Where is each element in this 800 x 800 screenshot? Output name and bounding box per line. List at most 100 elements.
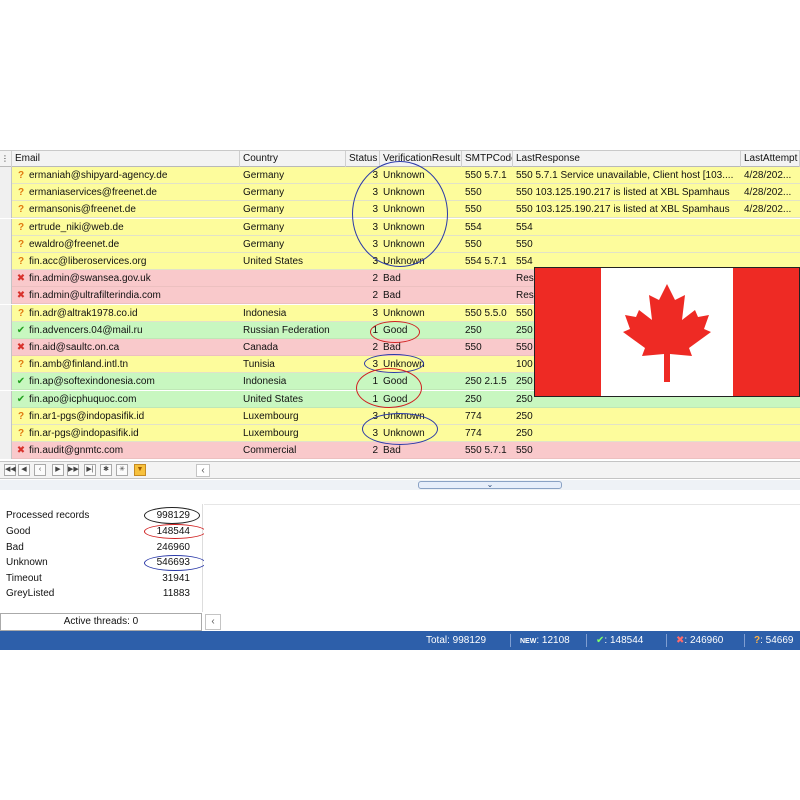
result-cell[interactable]: Bad xyxy=(380,270,462,287)
table-row[interactable]: ✖ fin.audit@gnmtc.com Commercial 2 Bad 550 5.… xyxy=(0,442,800,460)
smtp-cell[interactable]: 550 5.5.0 xyxy=(462,305,513,322)
row-indicator[interactable] xyxy=(0,167,12,184)
row-indicator[interactable] xyxy=(0,201,12,219)
smtp-cell[interactable] xyxy=(462,270,513,287)
response-cell[interactable]: 550 xyxy=(513,442,741,459)
smtp-cell[interactable]: 550 5.7.1 xyxy=(462,442,513,459)
attempt-cell[interactable] xyxy=(741,236,800,253)
smtp-cell[interactable]: 554 5.7.1 xyxy=(462,253,513,270)
column-status[interactable]: Status xyxy=(346,151,380,167)
next-page-button[interactable]: ▶▶ xyxy=(67,464,79,476)
status-cell[interactable]: 3 xyxy=(346,184,380,201)
smtp-cell[interactable] xyxy=(462,356,513,373)
smtp-cell[interactable]: 550 xyxy=(462,184,513,201)
result-cell[interactable]: Good xyxy=(380,391,462,408)
smtp-cell[interactable]: 550 xyxy=(462,236,513,253)
country-cell[interactable]: Indonesia xyxy=(240,373,346,390)
attempt-cell[interactable] xyxy=(741,219,800,236)
row-indicator[interactable] xyxy=(0,270,12,288)
last-record-button[interactable]: ▶| xyxy=(84,464,96,476)
email-cell[interactable]: ? fin.adr@altrak1978.co.id xyxy=(12,305,240,322)
result-cell[interactable]: Bad xyxy=(380,442,462,459)
smtp-cell[interactable]: 550 xyxy=(462,339,513,356)
response-cell[interactable]: 250 xyxy=(513,425,741,442)
row-indicator[interactable] xyxy=(0,373,12,391)
status-cell[interactable]: 3 xyxy=(346,167,380,184)
country-cell[interactable]: Commercial xyxy=(240,442,346,459)
country-cell[interactable]: Indonesia xyxy=(240,305,346,322)
row-indicator[interactable] xyxy=(0,253,12,270)
country-cell[interactable]: Germany xyxy=(240,201,346,218)
email-cell[interactable]: ? ertrude_niki@web.de xyxy=(12,219,240,236)
smtp-cell[interactable]: 554 xyxy=(462,219,513,236)
email-cell[interactable]: ? fin.acc@liberoservices.org xyxy=(12,253,240,270)
smtp-cell[interactable]: 250 xyxy=(462,322,513,339)
row-indicator[interactable] xyxy=(0,390,12,408)
result-cell[interactable]: Unknown xyxy=(380,201,462,218)
row-indicator[interactable] xyxy=(0,304,12,322)
result-cell[interactable]: Unknown xyxy=(380,236,462,253)
result-cell[interactable]: Unknown xyxy=(380,408,462,425)
first-record-button[interactable]: ◀◀ xyxy=(4,464,16,476)
prev-page-button[interactable]: ◀ xyxy=(18,464,30,476)
smtp-cell[interactable] xyxy=(462,287,513,304)
status-cell[interactable]: 2 xyxy=(346,339,380,356)
status-cell[interactable]: 2 xyxy=(346,287,380,304)
table-row[interactable]: ? ertrude_niki@web.de Germany 3 Unknown 554 55… xyxy=(0,218,800,236)
country-cell[interactable]: Germany xyxy=(240,167,346,184)
country-cell[interactable]: Germany xyxy=(240,236,346,253)
attempt-cell[interactable] xyxy=(741,408,800,425)
filter-icon[interactable]: ▼ xyxy=(134,464,146,476)
row-indicator[interactable] xyxy=(0,339,12,356)
result-cell[interactable]: Bad xyxy=(380,339,462,356)
table-row[interactable]: ? ermaniah@shipyard-agency.de Germany 3 Unkn… xyxy=(0,167,800,184)
row-indicator[interactable] xyxy=(0,184,12,202)
email-cell[interactable]: ? ewaldro@freenet.de xyxy=(12,236,240,253)
status-cell[interactable]: 3 xyxy=(346,356,380,373)
smtp-cell[interactable]: 550 5.7.1 xyxy=(462,167,513,184)
email-cell[interactable]: ✖ fin.aid@saultc.on.ca xyxy=(12,339,240,356)
table-row[interactable]: ? ermaniaservices@freenet.de Germany 3 Unkno… xyxy=(0,184,800,202)
smtp-cell[interactable]: 774 xyxy=(462,425,513,442)
chevron-down-icon[interactable]: ⌄ xyxy=(418,481,562,489)
result-cell[interactable]: Bad xyxy=(380,287,462,304)
response-cell[interactable]: 550 103.125.190.217 is listed at XBL Spa… xyxy=(513,184,741,201)
result-cell[interactable]: Unknown xyxy=(380,184,462,201)
country-cell[interactable]: Tunisia xyxy=(240,356,346,373)
attempt-cell[interactable]: 4/28/202... xyxy=(741,167,800,184)
smtp-cell[interactable]: 250 xyxy=(462,391,513,408)
column-verification-result[interactable]: VerificationResult xyxy=(380,151,462,167)
email-cell[interactable]: ? fin.ar-pgs@indopasifik.id xyxy=(12,425,240,442)
email-cell[interactable]: ✖ fin.audit@gnmtc.com xyxy=(12,442,240,459)
row-indicator[interactable] xyxy=(0,442,12,460)
email-cell[interactable]: ? fin.amb@finland.intl.tn xyxy=(12,356,240,373)
country-cell[interactable] xyxy=(240,270,346,287)
row-indicator[interactable] xyxy=(0,321,12,339)
table-row[interactable]: ? fin.ar-pgs@indopasifik.id Luxembourg 3 Unk… xyxy=(0,425,800,442)
email-cell[interactable]: ? ermaniah@shipyard-agency.de xyxy=(12,167,240,184)
row-indicator[interactable] xyxy=(0,356,12,374)
result-cell[interactable]: Unknown xyxy=(380,253,462,270)
panel-splitter[interactable]: ⌄ xyxy=(0,480,800,490)
result-cell[interactable]: Unknown xyxy=(380,356,462,373)
result-cell[interactable]: Unknown xyxy=(380,305,462,322)
country-cell[interactable]: Russian Federation xyxy=(240,322,346,339)
status-cell[interactable]: 3 xyxy=(346,253,380,270)
smtp-cell[interactable]: 250 2.1.5 xyxy=(462,373,513,390)
country-cell[interactable]: United States xyxy=(240,391,346,408)
status-cell[interactable]: 3 xyxy=(346,236,380,253)
row-select-header[interactable]: ⋮ xyxy=(0,151,12,167)
bookmark-button[interactable]: ✱ xyxy=(100,464,112,476)
country-cell[interactable]: Germany xyxy=(240,219,346,236)
email-cell[interactable]: ✖ fin.admin@swansea.gov.uk xyxy=(12,270,240,287)
scroll-left-arrow[interactable]: ‹ xyxy=(196,464,210,477)
email-cell[interactable]: ? ermaniaservices@freenet.de xyxy=(12,184,240,201)
country-cell[interactable]: Canada xyxy=(240,339,346,356)
response-cell[interactable]: 550 xyxy=(513,236,741,253)
country-cell[interactable]: Germany xyxy=(240,184,346,201)
attempt-cell[interactable] xyxy=(741,425,800,442)
country-cell[interactable]: Luxembourg xyxy=(240,425,346,442)
email-cell[interactable]: ✔ fin.apo@icphuquoc.com xyxy=(12,391,240,408)
column-last-response[interactable]: LastResponse xyxy=(513,151,741,167)
row-indicator[interactable] xyxy=(0,235,12,253)
